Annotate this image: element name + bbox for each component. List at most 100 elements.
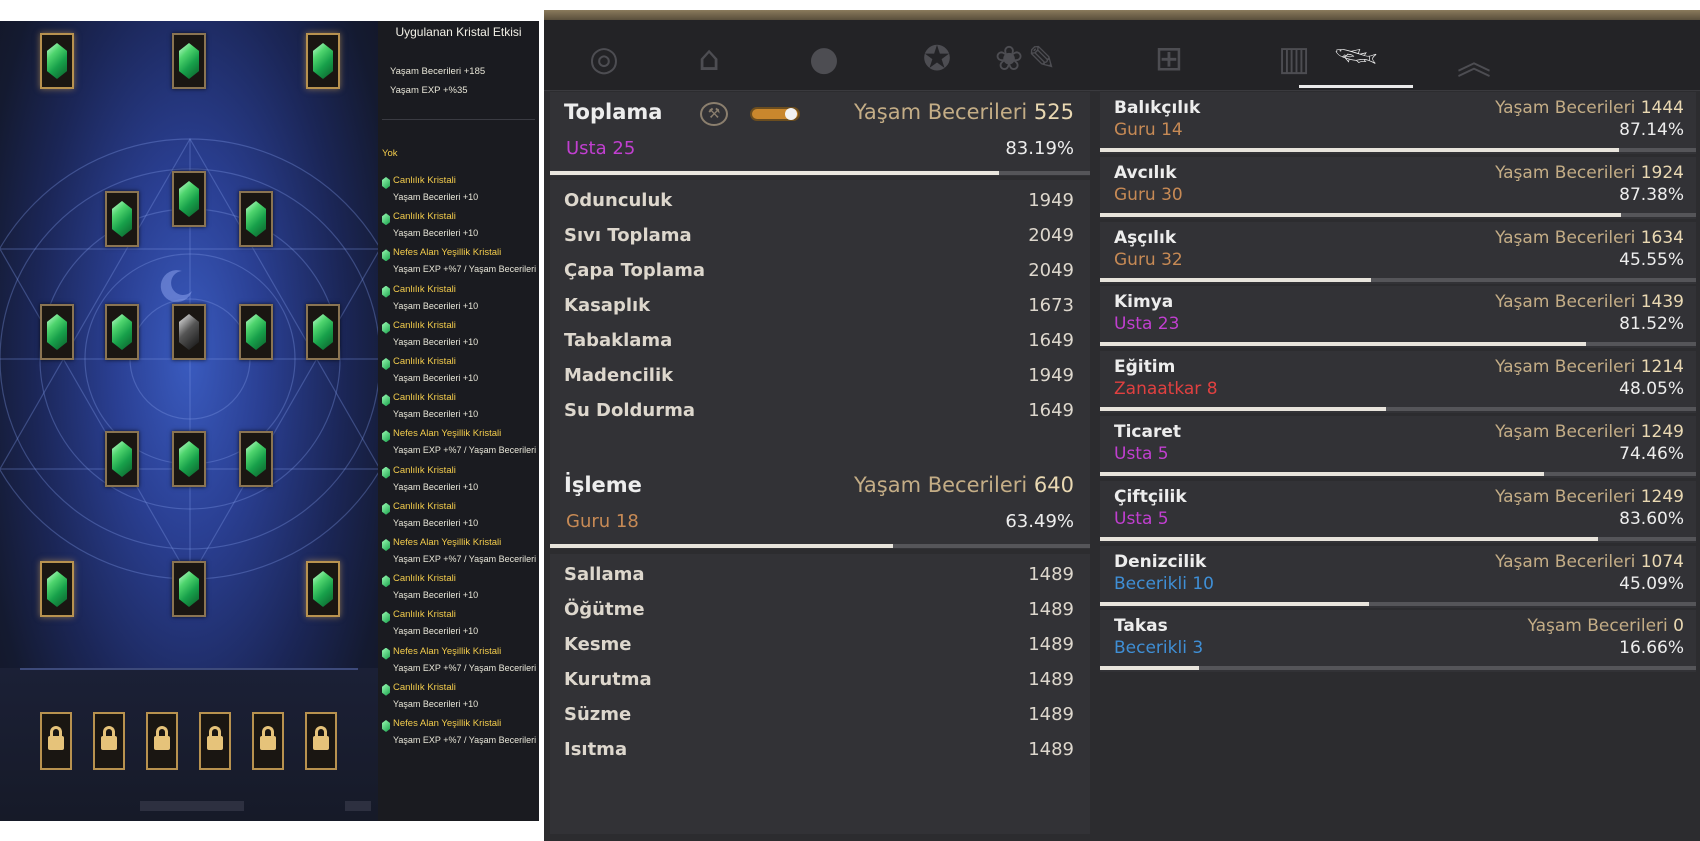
crystal-effect: Yaşam EXP +%7 / Yaşam Becerileri +15 [393,662,539,673]
stat-label: Yaşam Becerileri [1495,422,1636,442]
skill-percent: 48.05% [1619,379,1684,400]
gathering-card[interactable]: Toplama ⚒ Yaşam Becerileri 525 Usta 25 8… [550,92,1090,176]
crystal-socket-center[interactable] [172,304,206,360]
skill-card[interactable]: Balıkçılık Yaşam Becerileri 1444 Guru 14 87… [1100,92,1696,154]
skill-card[interactable]: Avcılık Yaşam Becerileri 1924 Guru 30 87.38… [1100,156,1696,219]
scroll-icon[interactable]: ✎ [982,30,1102,88]
scrollbar-track[interactable] [140,801,244,811]
crystal-socket[interactable] [40,304,74,360]
skill-progress-bar [1100,472,1696,476]
crystal-socket[interactable] [40,561,74,617]
crystal-gem-icon [313,571,333,607]
lock-icon-body [313,736,329,750]
crystal-list-item[interactable]: Canlılık Kristali Yaşam Becerileri +10 [382,175,539,211]
crystal-list-item[interactable]: Nefes Alan Yeşillik Kristali Yaşam EXP +%… [382,428,539,464]
crystal-socket[interactable] [172,561,206,617]
locked-crystal-slot[interactable] [199,712,231,770]
crystal-socket[interactable] [306,561,340,617]
subskill-row[interactable]: Çapa Toplama 2049 [564,260,1074,286]
locked-crystal-slot[interactable] [93,712,125,770]
crystal-socket[interactable] [306,304,340,360]
crystal-list-item[interactable]: Canlılık Kristali Yaşam Becerileri +10 [382,356,539,392]
gathering-rank: Usta 25 [566,138,636,159]
crystal-socket[interactable] [239,304,273,360]
skill-card[interactable]: Aşçılık Yaşam Becerileri 1634 Guru 32 45.55… [1100,221,1696,284]
skill-card[interactable]: Çiftçilik Yaşam Becerileri 1249 Usta 5 83.6… [1100,480,1696,543]
stat-label: Yaşam Becerileri [853,100,1028,124]
crystal-list-item[interactable]: Nefes Alan Yeşillik Kristali Yaşam EXP +%… [382,718,539,754]
crystal-socket[interactable] [40,33,74,89]
crystal-socket[interactable] [172,33,206,89]
locked-crystal-slot[interactable] [305,712,337,770]
crystal-gem-icon [47,571,67,607]
divider [382,119,535,120]
subskill-row[interactable]: Tabaklama 1649 [564,330,1074,356]
skill-rank: Usta 5 [1114,508,1169,529]
chevron-up-icon[interactable]: ︽ [1414,30,1534,88]
gathering-toggle[interactable] [750,107,800,121]
crystal-socket[interactable] [105,431,139,487]
locked-crystal-slot[interactable] [40,712,72,770]
person-icon[interactable]: ● [764,30,884,88]
skill-card[interactable]: Ticaret Yaşam Becerileri 1249 Usta 5 74.46% [1100,416,1696,478]
crystal-gem-icon [246,314,266,350]
stat-value: 1074 [1640,551,1684,572]
crystal-list-item[interactable]: Canlılık Kristali Yaşam Becerileri +10 [382,465,539,501]
lock-icon [156,726,168,736]
crystal-socket[interactable] [172,171,206,227]
subskill-row[interactable]: Isıtma 1489 [564,739,1074,765]
fishing-icon[interactable]: 𓆝 [1296,30,1416,88]
skill-card[interactable]: Kimya Yaşam Becerileri 1439 Usta 23 81.52% [1100,286,1696,349]
gift-icon[interactable]: ⊞ [1109,30,1229,88]
subskill-row[interactable]: Kesme 1489 [564,634,1074,660]
effect-summary-line: Yaşam Becerileri +185 [390,66,486,77]
locked-crystal-slot[interactable] [252,712,284,770]
subskill-row[interactable]: Odunculuk 1949 [564,190,1074,216]
crystal-gem-icon [112,441,132,477]
crystal-list-item[interactable]: Canlılık Kristali Yaşam Becerileri +10 [382,320,539,356]
subskill-row[interactable]: Kurutma 1489 [564,669,1074,695]
lock-icon-body [154,736,170,750]
crystal-socket[interactable] [105,304,139,360]
lock-icon [315,726,327,736]
locked-crystal-slot[interactable] [146,712,178,770]
subskill-row[interactable]: Kasaplık 1673 [564,295,1074,321]
stat-value: 1214 [1640,357,1684,378]
subskill-row[interactable]: Süzme 1489 [564,704,1074,730]
subskill-row[interactable]: Öğütme 1489 [564,599,1074,625]
subskill-row[interactable]: Sallama 1489 [564,564,1074,590]
crystal-list-item[interactable]: Canlılık Kristali Yaşam Becerileri +10 [382,211,539,247]
skill-name: Denizcilik [1114,551,1207,572]
crystal-effect: Yaşam EXP +%7 / Yaşam Becerileri +15 [393,445,539,456]
processing-card[interactable]: İşleme Yaşam Becerileri 640 Guru 18 63.4… [550,465,1090,549]
crystal-list-item[interactable]: Nefes Alan Yeşillik Kristali Yaşam EXP +%… [382,646,539,682]
crystal-name: Canlılık Kristali [393,573,456,585]
crystal-list-item[interactable]: Canlılık Kristali Yaşam Becerileri +10 [382,501,539,537]
subskill-row[interactable]: Sıvı Toplama 2049 [564,225,1074,251]
crystal-socket[interactable] [239,191,273,247]
skill-card[interactable]: Eğitim Yaşam Becerileri 1214 Zanaatkar 8 48… [1100,351,1696,414]
crystal-list-item[interactable]: Canlılık Kristali Yaşam Becerileri +10 [382,284,539,320]
crystal-socket[interactable] [105,191,139,247]
pickaxe-icon[interactable]: ⚒ [700,102,728,126]
crystal-socket[interactable] [306,33,340,89]
home-icon[interactable]: ⌂ [649,30,769,88]
skill-card[interactable]: Denizcilik Yaşam Becerileri 1074 Becerikli… [1100,545,1696,608]
crystal-effect: Yaşam Becerileri +10 [393,626,479,637]
subskill-row[interactable]: Madencilik 1949 [564,365,1074,391]
subskill-row[interactable]: Su Doldurma 1649 [564,400,1074,426]
crystal-gem-icon [246,441,266,477]
scrollbar-thumb[interactable] [345,801,371,811]
crystal-list-item[interactable]: Canlılık Kristali Yaşam Becerileri +10 [382,392,539,428]
crystal-socket[interactable] [172,431,206,487]
crystal-list-item[interactable]: Nefes Alan Yeşillik Kristali Yaşam EXP +%… [382,247,539,283]
crystal-list-item[interactable]: Nefes Alan Yeşillik Kristali Yaşam EXP +%… [382,537,539,573]
skill-card[interactable]: Takas Yaşam Becerileri 0 Becerikli 3 16.66% [1100,610,1696,673]
subskill-value: 1649 [1028,330,1074,351]
stat-label: Yaşam Becerileri [1495,162,1636,183]
wheel-icon[interactable]: ◎ [544,30,664,88]
crystal-list-item[interactable]: Canlılık Kristali Yaşam Becerileri +10 [382,682,539,718]
crystal-socket[interactable] [239,431,273,487]
crystal-list-item[interactable]: Canlılık Kristali Yaşam Becerileri +10 [382,573,539,609]
crystal-list-item[interactable]: Canlılık Kristali Yaşam Becerileri +10 [382,609,539,645]
